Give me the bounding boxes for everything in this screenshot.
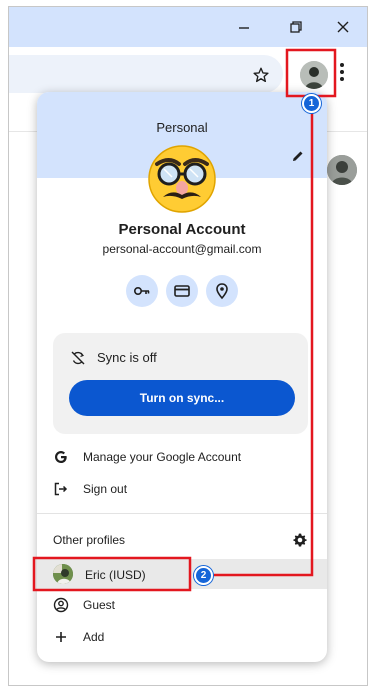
eric-profile-avatar — [53, 564, 73, 584]
plus-icon — [56, 632, 66, 642]
step-2-badge: 2 — [194, 566, 213, 585]
restore-icon[interactable] — [288, 19, 304, 35]
sign-out-item[interactable]: Sign out — [37, 473, 327, 505]
passwords-button[interactable] — [126, 275, 158, 307]
profile-item-eric-iusd[interactable]: Eric (IUSD) — [37, 559, 327, 589]
eric-profile-label: Eric (IUSD) — [85, 568, 146, 582]
profile-menu-panel: Personal Personal Account personal-accou… — [37, 92, 327, 662]
background-avatar — [327, 155, 357, 185]
guest-item[interactable]: Guest — [37, 589, 327, 621]
profile-avatar-button[interactable] — [300, 61, 328, 89]
disguise-emoji-avatar — [148, 145, 216, 213]
addresses-button[interactable] — [206, 275, 238, 307]
sign-out-label: Sign out — [83, 482, 128, 496]
sync-off-icon — [71, 351, 85, 365]
add-label: Add — [83, 630, 105, 644]
address-bar[interactable] — [9, 55, 283, 93]
step-1-badge: 1 — [302, 94, 321, 113]
google-g-icon — [55, 451, 67, 463]
manage-google-account-label: Manage your Google Account — [83, 450, 242, 464]
guest-account-icon — [53, 597, 69, 613]
gear-icon[interactable] — [292, 532, 308, 548]
payment-card-icon — [174, 285, 190, 297]
turn-on-sync-button[interactable]: Turn on sync... — [69, 380, 295, 416]
minimize-icon[interactable] — [236, 19, 252, 35]
section-divider — [37, 513, 327, 514]
password-key-icon — [133, 287, 150, 296]
profile-photo-icon — [300, 61, 328, 89]
close-icon[interactable] — [335, 19, 351, 35]
kebab-menu-icon[interactable] — [339, 63, 345, 83]
guest-label: Guest — [83, 598, 116, 612]
manage-google-account-item[interactable]: Manage your Google Account — [37, 441, 327, 473]
payment-methods-button[interactable] — [166, 275, 198, 307]
add-profile-item[interactable]: Add — [37, 621, 327, 653]
account-email: personal-account@gmail.com — [102, 242, 262, 256]
sync-status-label: Sync is off — [97, 350, 157, 365]
profile-name-label: Personal — [156, 120, 208, 135]
sync-card: Sync is off Turn on sync... — [53, 333, 308, 434]
title-bar — [9, 7, 367, 47]
sign-out-icon — [54, 482, 68, 496]
account-name: Personal Account — [118, 221, 246, 238]
location-pin-icon — [216, 283, 228, 300]
other-profiles-title: Other profiles — [53, 533, 126, 547]
edit-pencil-icon[interactable] — [290, 148, 306, 164]
star-icon[interactable] — [252, 66, 270, 84]
